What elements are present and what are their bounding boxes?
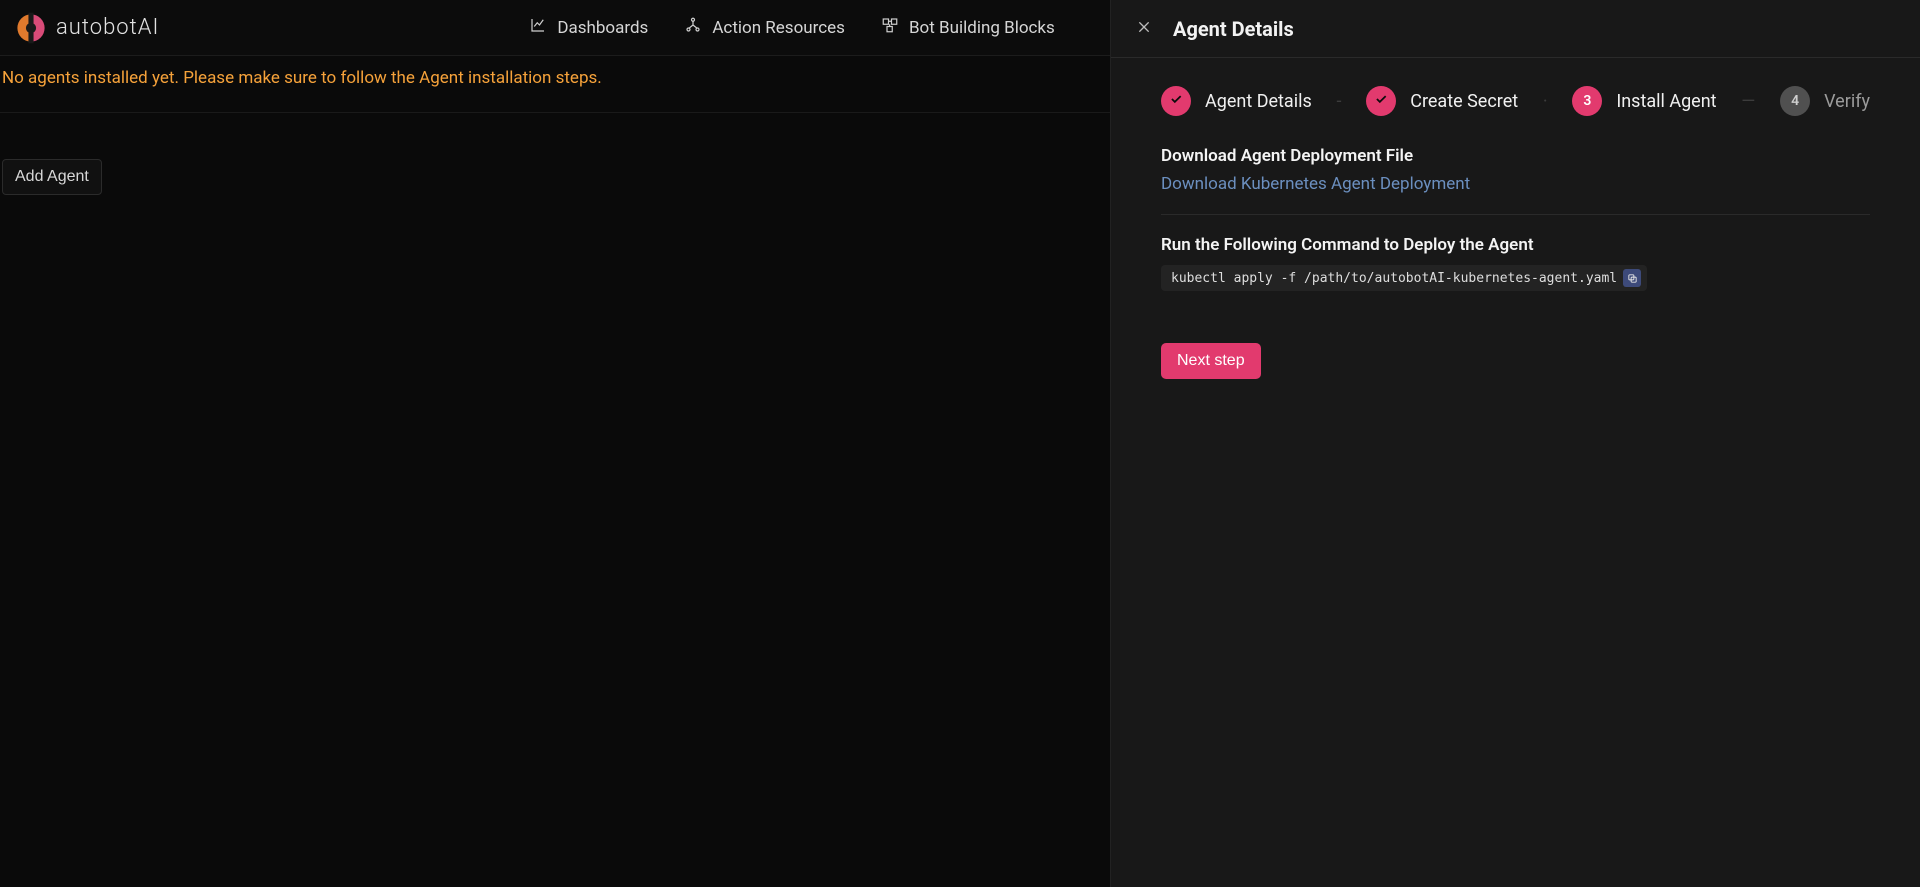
deploy-command-text: kubectl apply -f /path/to/autobotAI-kube… xyxy=(1171,271,1617,286)
stepper: Agent Details - Create Secret · 3 Instal… xyxy=(1161,86,1870,116)
nav-dashboards[interactable]: Dashboards xyxy=(529,16,648,39)
nav-label: Action Resources xyxy=(712,18,845,38)
step-badge-done xyxy=(1366,86,1396,116)
panel-title: Agent Details xyxy=(1173,17,1294,41)
close-icon xyxy=(1136,19,1152,39)
add-agent-button[interactable]: Add Agent xyxy=(2,159,102,195)
primary-nav: Dashboards Action Resources Bot Building… xyxy=(529,16,1055,39)
panel-header: Agent Details xyxy=(1111,0,1920,58)
copy-icon xyxy=(1627,269,1638,288)
step-label: Verify xyxy=(1824,91,1870,112)
download-deployment-link[interactable]: Download Kubernetes Agent Deployment xyxy=(1161,174,1470,194)
step-create-secret[interactable]: Create Secret xyxy=(1366,86,1518,116)
chart-line-icon xyxy=(529,16,547,39)
step-label: Agent Details xyxy=(1205,91,1312,112)
agent-details-panel: Agent Details Agent Details - Create Sec… xyxy=(1110,0,1920,887)
brand-mark-icon xyxy=(14,11,48,45)
step-separator: · xyxy=(1541,91,1550,112)
nodes-icon xyxy=(684,16,702,39)
blocks-icon xyxy=(881,16,899,39)
panel-body: Agent Details - Create Secret · 3 Instal… xyxy=(1111,58,1920,379)
nav-action-resources[interactable]: Action Resources xyxy=(684,16,845,39)
run-command-heading: Run the Following Command to Deploy the … xyxy=(1161,235,1870,255)
check-icon xyxy=(1169,92,1183,110)
step-separator: — xyxy=(1739,91,1757,112)
nav-label: Dashboards xyxy=(557,18,648,38)
step-badge-pending: 4 xyxy=(1780,86,1810,116)
step-badge-active: 3 xyxy=(1572,86,1602,116)
close-panel-button[interactable] xyxy=(1133,18,1155,40)
nav-label: Bot Building Blocks xyxy=(909,18,1055,38)
nav-bot-building-blocks[interactable]: Bot Building Blocks xyxy=(881,16,1055,39)
copy-command-button[interactable] xyxy=(1623,269,1641,287)
step-label: Create Secret xyxy=(1410,91,1518,112)
deploy-command-block: kubectl apply -f /path/to/autobotAI-kube… xyxy=(1161,265,1647,291)
next-step-button[interactable]: Next step xyxy=(1161,343,1261,379)
step-label: Install Agent xyxy=(1616,91,1716,112)
brand-logo[interactable]: autobotAI xyxy=(12,11,159,45)
step-badge-done xyxy=(1161,86,1191,116)
step-install-agent[interactable]: 3 Install Agent xyxy=(1572,86,1716,116)
step-separator: - xyxy=(1335,91,1344,112)
check-icon xyxy=(1374,92,1388,110)
brand-name: autobotAI xyxy=(56,15,159,40)
panel-divider xyxy=(1161,214,1870,215)
download-heading: Download Agent Deployment File xyxy=(1161,146,1870,166)
step-verify[interactable]: 4 Verify xyxy=(1780,86,1870,116)
step-agent-details[interactable]: Agent Details xyxy=(1161,86,1312,116)
